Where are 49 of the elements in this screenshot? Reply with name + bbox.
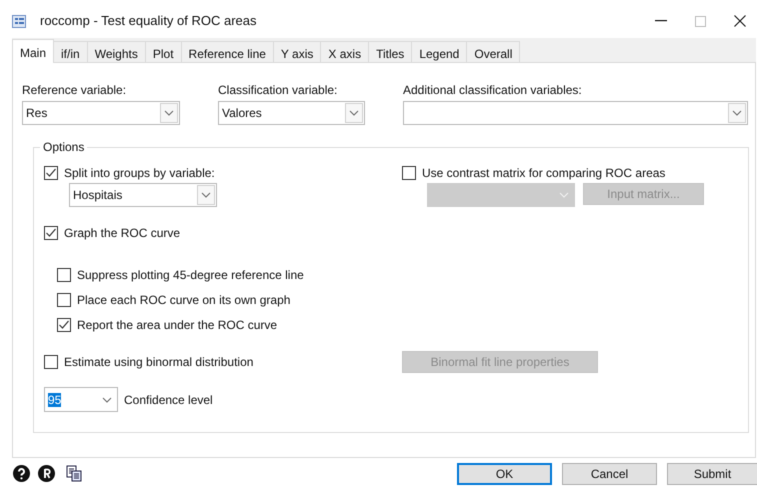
dropdown-icon bbox=[102, 396, 112, 402]
button[interactable]: OK bbox=[457, 462, 552, 484]
dropdown-icon bbox=[559, 192, 569, 198]
checkbox[interactable] bbox=[44, 166, 58, 180]
button: Binormal fit line properties bbox=[402, 351, 598, 373]
close-icon[interactable] bbox=[734, 15, 746, 27]
tab[interactable]: Titles bbox=[369, 41, 412, 62]
dropdown[interactable]: Hospitais bbox=[69, 183, 217, 207]
dropdown-icon bbox=[732, 110, 742, 116]
tab[interactable]: Main bbox=[12, 39, 54, 63]
button[interactable]: Cancel bbox=[562, 462, 657, 484]
field-label: Classification variable: bbox=[218, 83, 338, 97]
checkbox[interactable] bbox=[57, 293, 71, 307]
dropdown[interactable]: Res bbox=[22, 101, 180, 125]
dropdown-icon bbox=[201, 192, 211, 198]
dropdown-icon bbox=[164, 110, 174, 116]
checkbox-label: Use contrast matrix for comparing ROC areas bbox=[422, 165, 666, 182]
app-icon bbox=[12, 14, 26, 28]
checkbox-label: Split into groups by variable: bbox=[64, 165, 215, 182]
tab[interactable]: Reference line bbox=[182, 41, 274, 62]
checkbox[interactable] bbox=[57, 318, 71, 332]
field-label: Reference variable: bbox=[22, 83, 128, 97]
tab[interactable]: Overall bbox=[467, 41, 520, 62]
group-title: Options bbox=[40, 140, 88, 154]
window-title: roccomp - Test equality of ROC areas bbox=[40, 12, 257, 30]
dropdown[interactable]: 95 bbox=[44, 387, 118, 412]
button: Input matrix... bbox=[583, 183, 704, 205]
field-label: Additional classification variables: bbox=[403, 83, 583, 97]
tab[interactable]: X axis bbox=[321, 41, 370, 62]
copy-icon[interactable] bbox=[66, 465, 83, 482]
checkbox-label: Place each ROC curve on its own graph bbox=[77, 292, 290, 309]
checkbox[interactable] bbox=[57, 268, 71, 282]
checkbox[interactable] bbox=[44, 226, 58, 240]
checkbox-label: Estimate using binormal distribution bbox=[64, 354, 254, 371]
dropdown[interactable]: Valores bbox=[218, 101, 365, 125]
tab[interactable]: Weights bbox=[88, 41, 146, 62]
tab[interactable]: Y axis bbox=[274, 41, 322, 62]
tab[interactable]: if/in bbox=[54, 41, 88, 62]
checkbox-label: Suppress plotting 45-degree reference line bbox=[77, 267, 304, 284]
tab[interactable]: Legend bbox=[412, 41, 468, 62]
checkbox-label: Graph the ROC curve bbox=[64, 225, 180, 242]
checkbox-label: Report the area under the ROC curve bbox=[77, 317, 278, 334]
tab[interactable]: Plot bbox=[146, 41, 182, 62]
minimize-icon[interactable] bbox=[655, 20, 667, 22]
reset-icon[interactable] bbox=[38, 465, 55, 482]
dropdown-icon bbox=[349, 110, 359, 116]
button[interactable]: Submit bbox=[667, 462, 757, 484]
field-label: Confidence level bbox=[124, 392, 213, 408]
help-icon[interactable] bbox=[13, 465, 30, 482]
